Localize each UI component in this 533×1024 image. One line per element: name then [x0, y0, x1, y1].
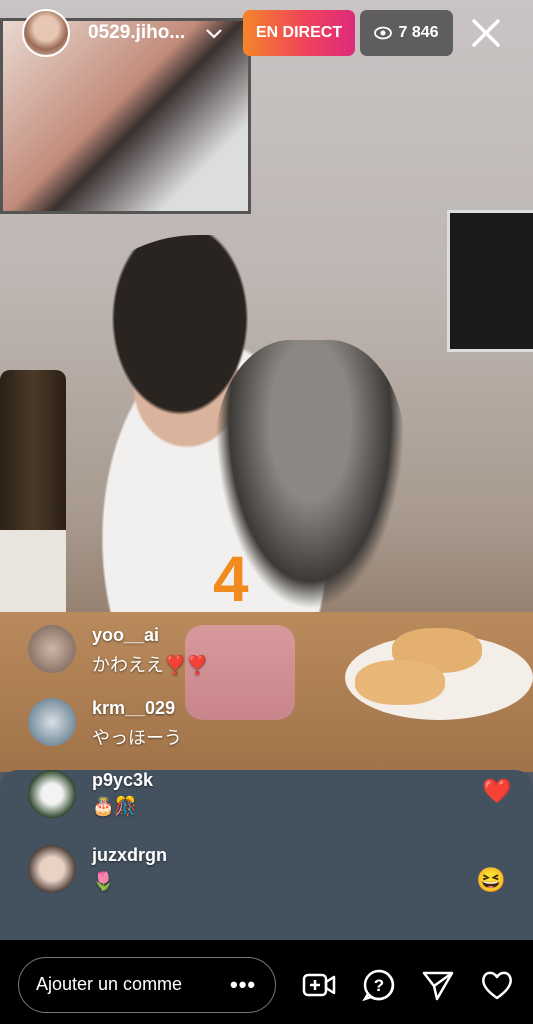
comment-item[interactable]: krm__029 やっほーう: [28, 698, 348, 748]
monitor: [447, 210, 533, 352]
comment-username[interactable]: juzxdrgn: [92, 845, 167, 866]
more-options-button[interactable]: •••: [230, 972, 256, 998]
number-candle: 4: [213, 543, 249, 615]
bread: [355, 660, 445, 705]
chevron-down-icon[interactable]: [204, 24, 224, 44]
avatar[interactable]: [28, 625, 76, 673]
live-label: EN DIRECT: [255, 24, 343, 41]
comment-item[interactable]: juzxdrgn 🌷: [28, 845, 348, 895]
comment-username[interactable]: krm__029: [92, 698, 175, 719]
viewer-count: 7 846: [398, 24, 439, 41]
question-icon[interactable]: ?: [362, 968, 396, 1002]
comment-placeholder[interactable]: Ajouter un comme: [36, 974, 196, 995]
comment-text: 🎂🎊: [92, 796, 137, 816]
host-username[interactable]: 0529.jiho...: [88, 22, 185, 44]
comment-username[interactable]: p9yc3k: [92, 770, 153, 791]
live-badge: EN DIRECT: [243, 10, 355, 56]
viewer-count-badge[interactable]: 7 846: [360, 10, 453, 56]
host-avatar[interactable]: [22, 9, 70, 57]
comment-text: やっほーう: [92, 728, 182, 748]
eye-icon: [374, 26, 393, 40]
svg-text:?: ?: [374, 976, 384, 995]
comment-text: 🌷: [92, 871, 115, 891]
comment-item[interactable]: p9yc3k 🎂🎊: [28, 770, 348, 820]
add-guest-video-icon[interactable]: [302, 968, 336, 1002]
comment-text: かわええ❣️❣️: [92, 655, 209, 675]
avatar[interactable]: [28, 698, 76, 746]
avatar[interactable]: [28, 845, 76, 893]
heart-icon[interactable]: [480, 968, 514, 1002]
send-icon[interactable]: [421, 968, 455, 1002]
heart-reaction: ❤️: [482, 778, 512, 805]
avatar[interactable]: [28, 770, 76, 818]
comment-item[interactable]: yoo__ai かわええ❣️❣️: [28, 625, 348, 675]
laugh-reaction: 😆: [476, 867, 506, 894]
close-icon[interactable]: [468, 15, 504, 51]
comment-username[interactable]: yoo__ai: [92, 625, 159, 646]
